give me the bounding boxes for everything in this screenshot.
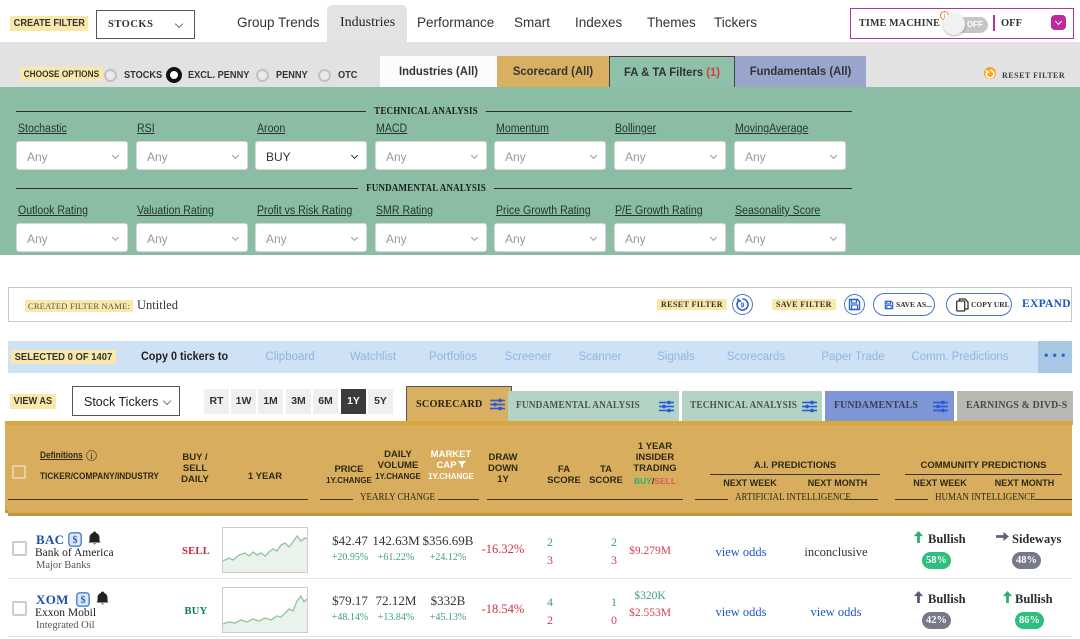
svg-text:$: $ (81, 595, 86, 606)
svg-text:$: $ (73, 535, 78, 546)
svg-text:9: 9 (741, 303, 745, 310)
